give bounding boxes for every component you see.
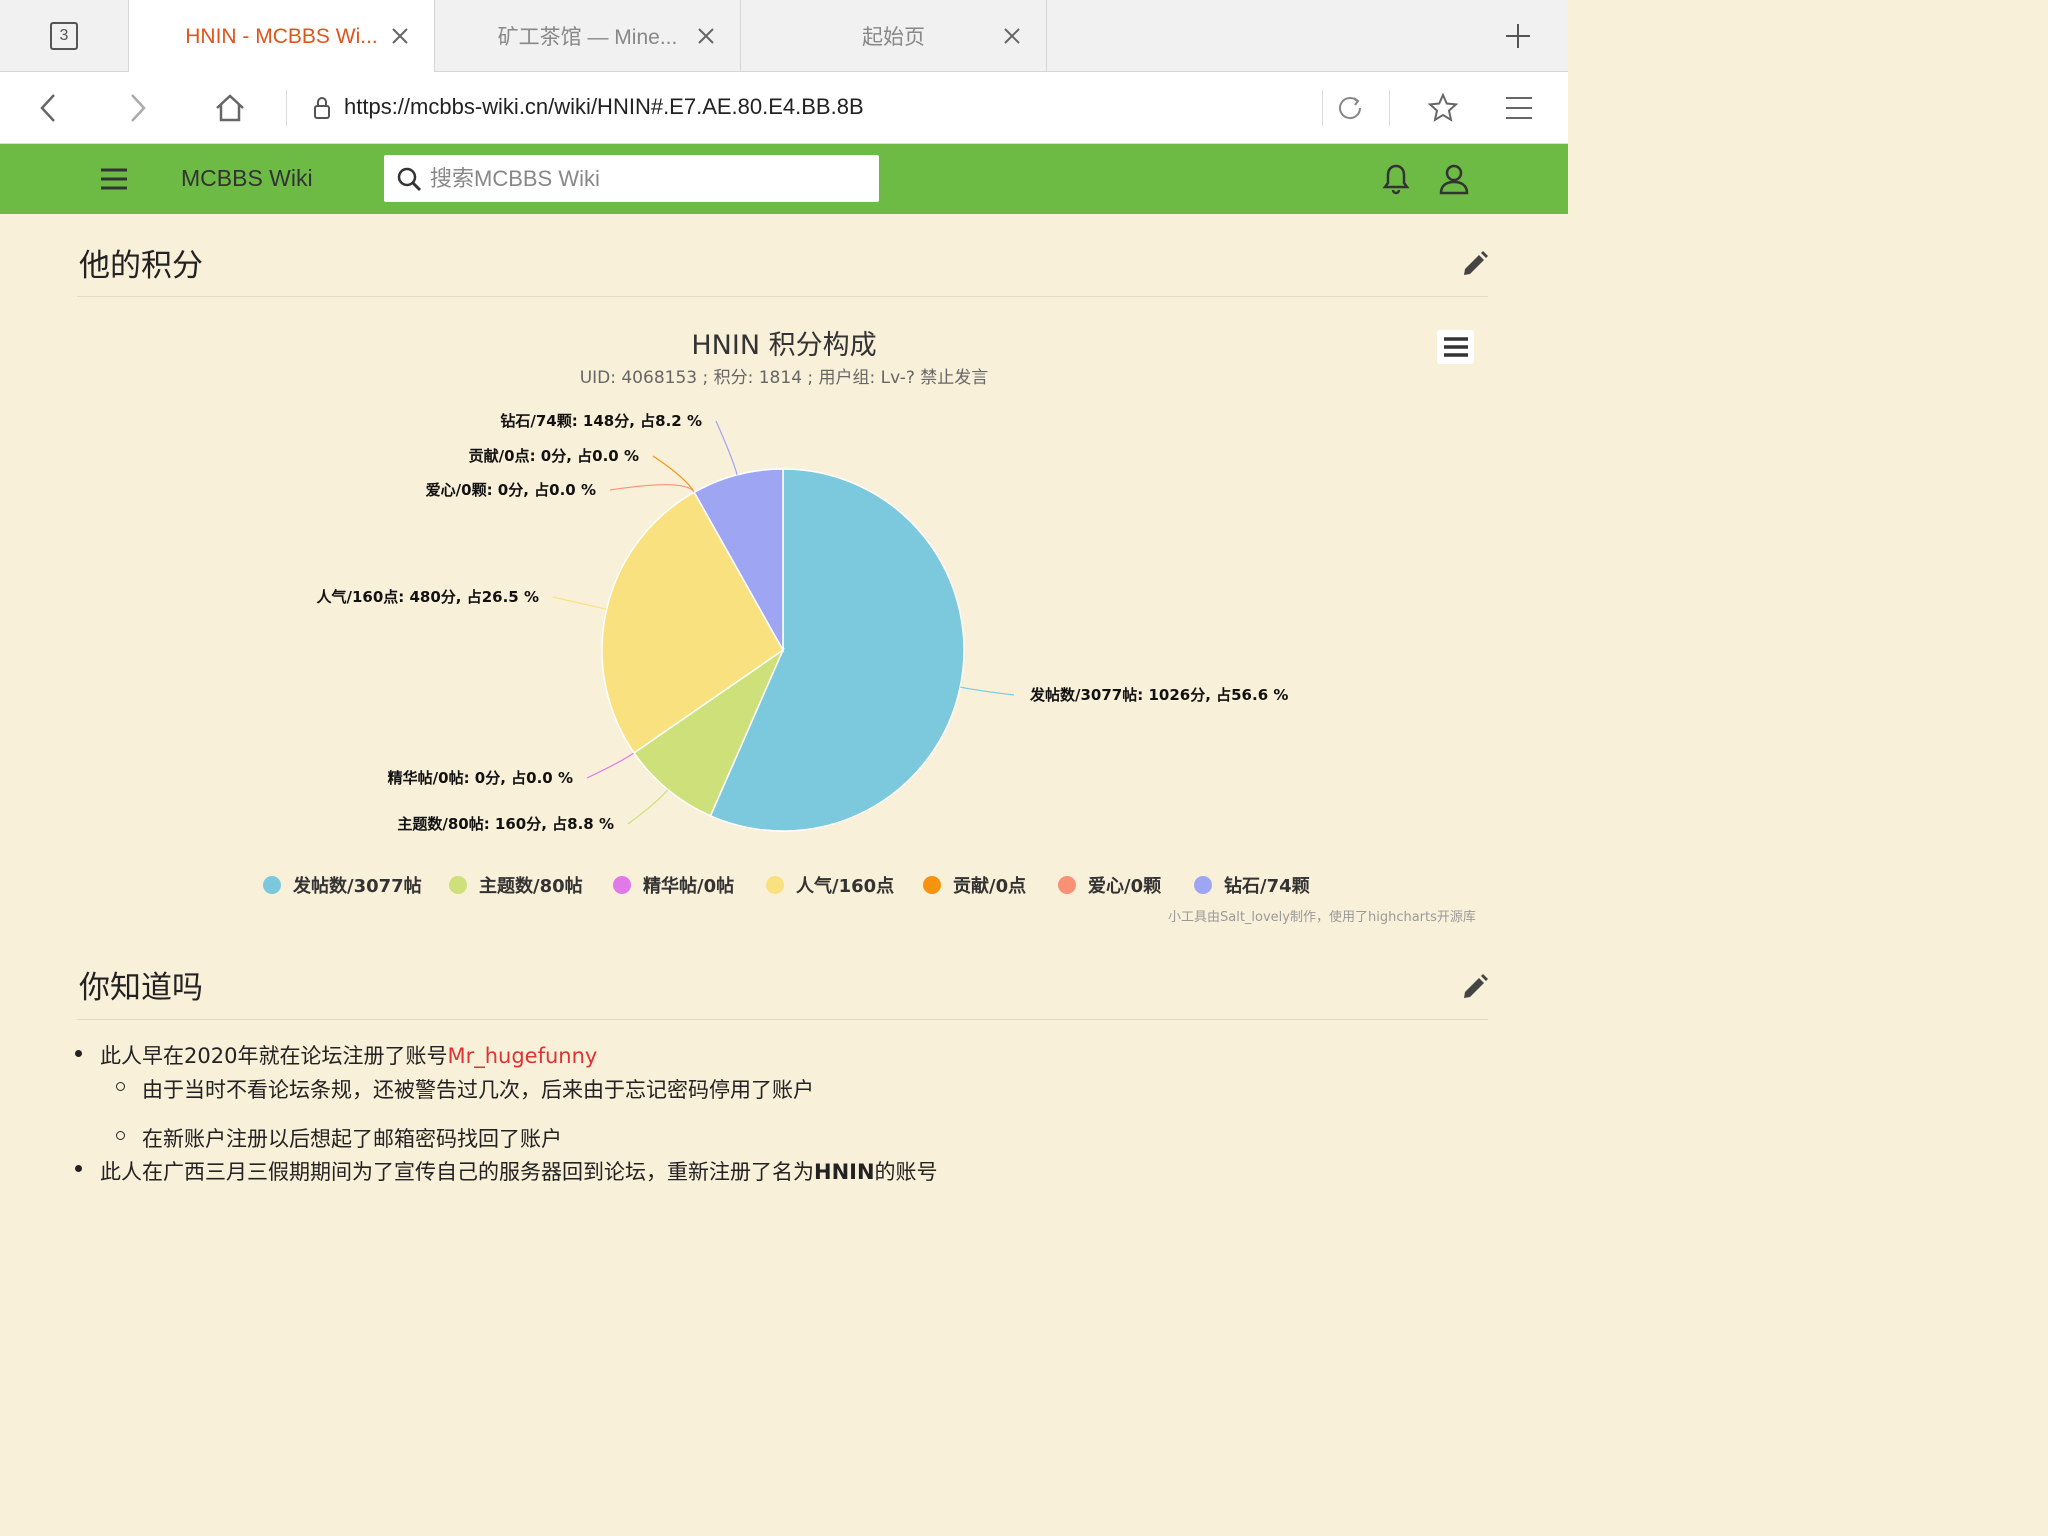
- address-bar[interactable]: https://mcbbs-wiki.cn/wiki/HNIN#.E7.AE.8…: [344, 94, 864, 120]
- tab-title: 矿工茶馆 — Mine...: [497, 26, 678, 49]
- browser-toolbar: https://mcbbs-wiki.cn/wiki/HNIN#.E7.AE.8…: [0, 72, 1568, 144]
- site-name[interactable]: MCBBS Wiki: [181, 165, 313, 192]
- search-box[interactable]: [384, 155, 879, 202]
- bullet-circle: [116, 1082, 125, 1091]
- tab-title: HNIN - MCBBS Wi...: [185, 24, 378, 48]
- menu-icon[interactable]: [1503, 92, 1535, 124]
- tab-strip-empty: [1046, 0, 1568, 72]
- pie-connector: [586, 752, 635, 779]
- pie-data-label: 爱心/0颗: 0分, 占0.0 %: [426, 481, 596, 499]
- pie-chart: 发帖数/3077帖: 1026分, 占56.6 % 主题数/80帖: 160分, …: [316, 412, 1288, 833]
- legend-item[interactable]: 发帖数/3077帖: [263, 872, 422, 898]
- bullet-circle: [116, 1131, 125, 1140]
- pie-data-label: 精华帖/0帖: 0分, 占0.0 %: [388, 769, 573, 787]
- browser-tab-strip: 3 HNIN - MCBBS Wi... 矿工茶馆 — Mine... 起始页: [0, 0, 1568, 73]
- legend-swatch: [613, 876, 631, 894]
- legend-label: 人气/160点: [796, 876, 895, 897]
- pencil-icon[interactable]: [1460, 249, 1490, 279]
- star-icon[interactable]: [1427, 92, 1459, 124]
- pie-connector: [627, 789, 669, 825]
- new-tab-button[interactable]: [1504, 22, 1532, 50]
- pie-data-label: 主题数/80帖: 160分, 占8.8 %: [397, 815, 614, 833]
- bold-username: HNIN: [814, 1160, 875, 1184]
- legend-item[interactable]: 爱心/0颗: [1058, 872, 1161, 898]
- close-icon[interactable]: [692, 22, 720, 50]
- legend-swatch: [449, 876, 467, 894]
- legend-item[interactable]: 精华帖/0帖: [613, 872, 734, 898]
- user-icon[interactable]: [1438, 163, 1470, 195]
- list-item: 在新账户注册以后想起了邮箱密码找回了账户: [142, 1127, 562, 1151]
- legend-label: 发帖数/3077帖: [293, 876, 422, 897]
- pie-data-label: 人气/160点: 480分, 占26.5 %: [316, 588, 539, 606]
- reload-icon[interactable]: [1334, 92, 1366, 124]
- chart-context-menu-button[interactable]: [1437, 330, 1474, 364]
- tab-switcher-button[interactable]: 3: [0, 0, 128, 72]
- legend-label: 爱心/0颗: [1088, 876, 1162, 897]
- chart-title: HNIN 积分构成: [691, 330, 877, 361]
- legend-item[interactable]: 贡献/0点: [923, 872, 1026, 898]
- legend-swatch: [1058, 876, 1076, 894]
- forward-arrow-icon[interactable]: [122, 92, 154, 124]
- bullet-dot: [75, 1165, 82, 1172]
- chart-legend: 发帖数/3077帖 主题数/80帖 精华帖/0帖 人气/160点 贡献/0点 爱心/0颗 钻…: [0, 872, 1568, 902]
- toolbar-divider: [1389, 90, 1390, 126]
- pie-connector: [609, 484, 695, 493]
- search-input[interactable]: [430, 159, 860, 198]
- legend-item[interactable]: 主题数/80帖: [449, 872, 583, 898]
- pie-connector: [552, 596, 607, 610]
- bell-icon[interactable]: [1381, 163, 1411, 195]
- hamburger-icon[interactable]: [98, 165, 130, 193]
- pie-data-label: 钻石/74颗: 148分, 占8.2 %: [500, 412, 702, 430]
- pie-data-label: 贡献/0点: 0分, 占0.0 %: [469, 447, 639, 465]
- back-arrow-icon[interactable]: [32, 92, 64, 124]
- tab-miner-teahouse[interactable]: 矿工茶馆 — Mine...: [434, 0, 740, 72]
- pie-data-label: 发帖数/3077帖: 1026分, 占56.6 %: [1029, 686, 1288, 704]
- toolbar-divider: [286, 90, 287, 126]
- legend-swatch: [766, 876, 784, 894]
- tab-title: 起始页: [862, 26, 925, 49]
- home-icon[interactable]: [214, 92, 246, 124]
- fact-text: 此人早在2020年就在论坛注册了账号: [100, 1044, 448, 1068]
- chart-credit: 小工具由Salt_lovely制作，使用了highcharts开源库: [1168, 910, 1476, 925]
- legend-label: 主题数/80帖: [479, 876, 583, 897]
- user-link[interactable]: Mr_hugefunny: [447, 1044, 597, 1068]
- section-heading-score: 他的积分: [79, 248, 203, 284]
- legend-label: 精华帖/0帖: [643, 876, 735, 897]
- pie-connector: [960, 686, 1015, 696]
- legend-label: 贡献/0点: [953, 876, 1027, 897]
- search-icon: [396, 166, 422, 192]
- legend-swatch: [263, 876, 281, 894]
- fact-text: 此人在广西三月三假期期间为了宣传自己的服务器回到论坛，重新注册了名为: [100, 1160, 814, 1184]
- legend-item[interactable]: 钻石/74颗: [1194, 872, 1310, 898]
- pencil-icon[interactable]: [1460, 972, 1490, 1002]
- toolbar-divider: [1322, 90, 1323, 126]
- tab-count-badge: 3: [50, 22, 78, 50]
- list-item: 此人在广西三月三假期期间为了宣传自己的服务器回到论坛，重新注册了名为HNIN的账…: [100, 1156, 938, 1186]
- section-divider: [77, 296, 1488, 297]
- list-item: 由于当时不看论坛条规，还被警告过几次，后来由于忘记密码停用了账户: [142, 1078, 814, 1102]
- close-icon[interactable]: [998, 22, 1026, 50]
- legend-swatch: [923, 876, 941, 894]
- bullet-dot: [75, 1050, 82, 1057]
- site-header: MCBBS Wiki: [0, 144, 1568, 214]
- lock-icon[interactable]: [306, 92, 338, 124]
- tab-start-page[interactable]: 起始页: [740, 0, 1046, 72]
- list-item: 此人早在2020年就在论坛注册了账号Mr_hugefunny: [100, 1040, 597, 1070]
- tab-hnin[interactable]: HNIN - MCBBS Wi...: [128, 0, 434, 73]
- pie-connector: [652, 455, 695, 493]
- legend-label: 钻石/74颗: [1224, 876, 1310, 897]
- section-divider: [77, 1019, 1488, 1020]
- legend-item[interactable]: 人气/160点: [766, 872, 894, 898]
- close-icon[interactable]: [386, 22, 414, 50]
- section-heading-did-you-know: 你知道吗: [79, 970, 203, 1006]
- hamburger-icon: [1443, 337, 1468, 357]
- fact-text: 的账号: [874, 1160, 938, 1184]
- legend-swatch: [1194, 876, 1212, 894]
- pie-connector: [715, 420, 738, 476]
